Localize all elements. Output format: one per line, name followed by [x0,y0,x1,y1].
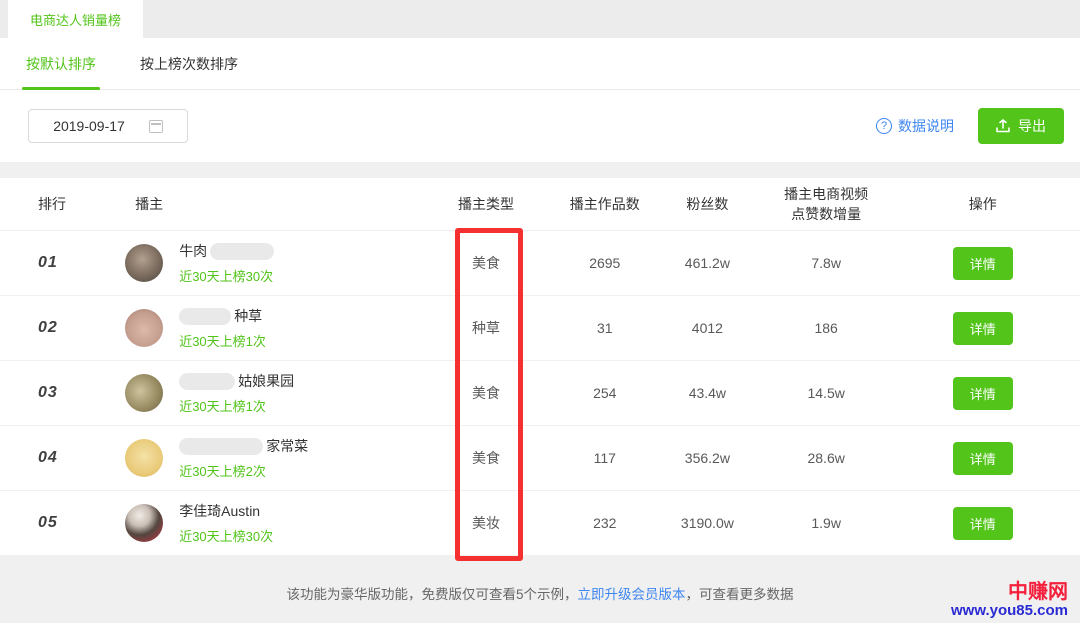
date-value: 2019-09-17 [53,118,125,134]
avatar [125,309,163,347]
table-row: 03 姑娘果园 近30天上榜1次 美食 254 43.4w 14.5w 详情 [0,360,1080,425]
fans-count: 3190.0w [659,515,756,531]
watermark-site-name: 中赚网 [951,581,1068,603]
broadcaster-name: 姑娘果园 [238,371,294,391]
header-fans: 粉丝数 [659,194,756,214]
table-row: 04 家常菜 近30天上榜2次 美食 117 356.2w 28.6w 详情 [0,425,1080,490]
broadcaster-type: 美食 [421,253,551,273]
watermark-site-url: www.you85.com [951,603,1068,620]
works-count: 232 [551,515,659,531]
section-gap [0,162,1080,178]
table-row: 01 牛肉 近30天上榜30次 美食 2695 461.2w 7.8w 详情 [0,230,1080,295]
broadcaster-type: 美食 [421,448,551,468]
rank-value: 01 [38,254,58,271]
censored-name-blur [179,438,263,455]
filters-panel: 按默认排序 按上榜次数排序 2019-09-17 ? 数据说明 导出 [0,38,1080,162]
question-circle-icon: ? [876,118,892,134]
detail-button[interactable]: 详情 [953,377,1013,410]
ranking-times: 近30天上榜2次 [179,461,308,480]
fans-count: 43.4w [659,385,756,401]
ranking-times: 近30天上榜1次 [179,396,294,415]
detail-button[interactable]: 详情 [953,247,1013,280]
detail-button[interactable]: 详情 [953,312,1013,345]
data-help-link[interactable]: ? 数据说明 [876,116,954,136]
data-help-label: 数据说明 [898,116,954,136]
works-count: 254 [551,385,659,401]
likes-increment: 186 [756,320,896,336]
broadcaster-name: 牛肉 [179,241,207,261]
avatar [125,504,163,542]
header-broadcaster-label: 播主 [135,194,163,214]
likes-increment: 28.6w [756,450,896,466]
works-count: 31 [551,320,659,336]
upgrade-note-after: ，可查看更多数据 [686,587,794,602]
censored-name-blur [210,243,274,260]
export-button[interactable]: 导出 [978,108,1064,144]
upgrade-note-before: 该功能为豪华版功能，免费版仅可查看5个示例， [286,587,577,602]
table-header-row: 排行 播主 播主类型 播主作品数 粉丝数 播主电商视频 点赞数增量 操作 [0,178,1080,230]
name-block: 种草 近30天上榜1次 [179,306,266,350]
detail-button[interactable]: 详情 [953,442,1013,475]
works-count: 117 [551,450,659,466]
header-likes-line2: 点赞数增量 [784,204,868,224]
name-block: 李佳琦Austin 近30天上榜30次 [179,501,273,545]
watermark: 中赚网 www.you85.com [951,581,1068,620]
ranking-times: 近30天上榜30次 [179,526,273,545]
fans-count: 461.2w [659,255,756,271]
sort-tabs: 按默认排序 按上榜次数排序 [0,38,1080,90]
fans-count: 4012 [659,320,756,336]
rank-value: 05 [38,514,58,531]
broadcaster-type: 种草 [421,318,551,338]
ranking-table: 排行 播主 播主类型 播主作品数 粉丝数 播主电商视频 点赞数增量 操作 01 … [0,178,1080,555]
header-rank: 排行 [0,194,97,214]
header-type: 播主类型 [421,194,551,214]
works-count: 2695 [551,255,659,271]
export-label: 导出 [1018,116,1046,136]
ranking-times: 近30天上榜30次 [179,266,274,285]
broadcaster-name: 种草 [234,306,262,326]
name-block: 牛肉 近30天上榜30次 [179,241,274,285]
ranking-times: 近30天上榜1次 [179,331,266,350]
likes-increment: 1.9w [756,515,896,531]
upgrade-link[interactable]: 立即升级会员版本 [578,587,686,602]
fans-count: 356.2w [659,450,756,466]
filter-row: 2019-09-17 ? 数据说明 导出 [0,90,1080,162]
tab-sort-by-times[interactable]: 按上榜次数排序 [140,38,238,89]
avatar [125,244,163,282]
tab-sort-default[interactable]: 按默认排序 [26,38,96,89]
date-picker[interactable]: 2019-09-17 [28,109,188,143]
broadcaster-name: 家常菜 [266,436,308,456]
broadcaster-type: 美食 [421,383,551,403]
header-broadcaster: 播主 [97,194,421,214]
upgrade-note: 该功能为豪华版功能，免费版仅可查看5个示例，立即升级会员版本，可查看更多数据 [0,555,1080,603]
export-icon [996,119,1010,133]
name-block: 家常菜 近30天上榜2次 [179,436,308,480]
footer: 该功能为豪华版功能，免费版仅可查看5个示例，立即升级会员版本，可查看更多数据 中… [0,555,1080,621]
rank-value: 03 [38,384,58,401]
calendar-icon [149,120,163,133]
right-controls: ? 数据说明 导出 [876,108,1064,144]
broadcaster-name: 李佳琦Austin [179,501,260,521]
likes-increment: 14.5w [756,385,896,401]
tab-label: 电商达人销量榜 [30,10,121,29]
avatar [125,439,163,477]
table-row: 02 种草 近30天上榜1次 种草 31 4012 186 详情 [0,295,1080,360]
header-likes-line1: 播主电商视频 [784,184,868,204]
header-likes-increment: 播主电商视频 点赞数增量 [756,184,896,225]
detail-button[interactable]: 详情 [953,507,1013,540]
rank-value: 04 [38,449,58,466]
table-row: 05 李佳琦Austin 近30天上榜30次 美妆 232 3190.0w 1.… [0,490,1080,555]
avatar [125,374,163,412]
name-block: 姑娘果园 近30天上榜1次 [179,371,294,415]
censored-name-blur [179,308,231,325]
tab-ecommerce-sales-ranking[interactable]: 电商达人销量榜 [8,0,143,38]
top-tab-bar: 电商达人销量榜 [0,0,1080,38]
broadcaster-type: 美妆 [421,513,551,533]
rank-value: 02 [38,319,58,336]
censored-name-blur [179,373,235,390]
likes-increment: 7.8w [756,255,896,271]
header-action: 操作 [896,194,1069,214]
header-works: 播主作品数 [551,194,659,214]
